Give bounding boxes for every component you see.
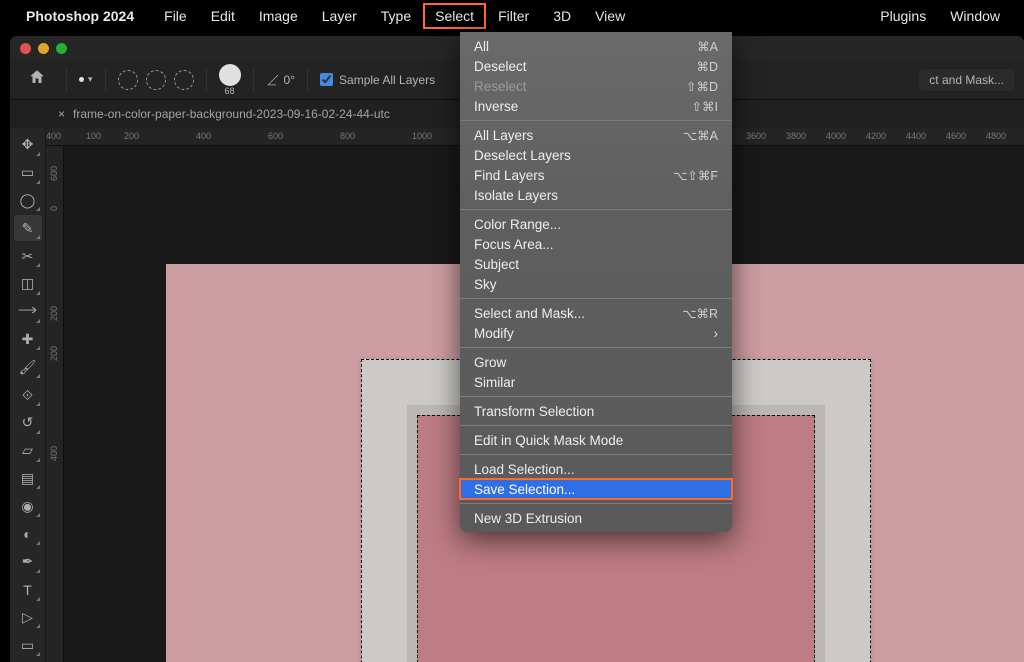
menu-item-isolate-layers[interactable]: Isolate Layers — [460, 185, 732, 205]
tool-move[interactable]: ✥ — [14, 132, 42, 158]
menu-item-modify[interactable]: Modify — [460, 323, 732, 343]
close-icon[interactable] — [20, 43, 31, 54]
menu-file[interactable]: File — [152, 3, 199, 29]
tool-type[interactable]: T — [14, 577, 42, 603]
brush-size-preview[interactable]: 68 — [219, 64, 241, 96]
menu-layer[interactable]: Layer — [310, 3, 369, 29]
ruler-tick: 4200 — [866, 131, 886, 141]
tools-panel: ✥▭◯✎✂◫𐃘✚🖌⟐↺▱▤◉◐✒T▷▭ — [10, 128, 46, 662]
tool-blur[interactable]: ◉ — [14, 493, 42, 519]
ruler-vertical[interactable]: 600 0 200 200 400 — [46, 146, 64, 662]
menu-view[interactable]: View — [583, 3, 637, 29]
menu-3d[interactable]: 3D — [541, 3, 583, 29]
ruler-tick: 3800 — [786, 131, 806, 141]
ruler-tick: 600 — [268, 131, 283, 141]
ruler-tick: 3600 — [746, 131, 766, 141]
menu-item-transform-selection[interactable]: Transform Selection — [460, 401, 732, 421]
ruler-tick: 0 — [49, 206, 59, 211]
ruler-tick: 4600 — [946, 131, 966, 141]
ruler-tick: 4800 — [986, 131, 1006, 141]
menu-item-find-layers[interactable]: Find Layers⌥⇧⌘F — [460, 165, 732, 185]
menu-item-all[interactable]: All⌘A — [460, 36, 732, 56]
tool-pen[interactable]: ✒ — [14, 549, 42, 575]
brush-angle[interactable]: 0° — [266, 73, 295, 87]
quick-select-add-icon[interactable] — [118, 70, 138, 90]
sample-all-layers-checkbox[interactable]: Sample All Layers — [320, 73, 435, 87]
ruler-tick: 400 — [49, 446, 59, 461]
ruler-tick: 4400 — [906, 131, 926, 141]
ruler-tick: 400 — [196, 131, 211, 141]
ruler-tick: 200 — [49, 346, 59, 361]
quick-select-intersect-icon[interactable] — [174, 70, 194, 90]
document-filename: frame-on-color-paper-background-2023-09-… — [73, 107, 390, 121]
select-menu-dropdown: All⌘ADeselect⌘DReselect⇧⌘DInverse⇧⌘I All … — [460, 32, 732, 532]
ruler-tick: 800 — [340, 131, 355, 141]
menu-item-deselect[interactable]: Deselect⌘D — [460, 56, 732, 76]
menu-edit[interactable]: Edit — [199, 3, 247, 29]
menu-item-load-selection[interactable]: Load Selection... — [460, 459, 732, 479]
menu-item-color-range[interactable]: Color Range... — [460, 214, 732, 234]
home-icon[interactable] — [20, 64, 54, 95]
tool-brush[interactable]: 🖌 — [14, 354, 42, 380]
tool-history-brush[interactable]: ↺ — [14, 410, 42, 436]
menu-item-subject[interactable]: Subject — [460, 254, 732, 274]
menu-item-edit-in-quick-mask-mode[interactable]: Edit in Quick Mask Mode — [460, 430, 732, 450]
select-and-mask-button[interactable]: ct and Mask... — [919, 69, 1014, 91]
ruler-tick: 200 — [49, 306, 59, 321]
menu-item-inverse[interactable]: Inverse⇧⌘I — [460, 96, 732, 116]
tool-quick-select[interactable]: ✎ — [14, 215, 42, 241]
menu-image[interactable]: Image — [247, 3, 310, 29]
menu-window[interactable]: Window — [938, 3, 1012, 29]
macos-menubar: Photoshop 2024 FileEditImageLayerTypeSel… — [0, 0, 1024, 32]
tool-frame[interactable]: ◫ — [14, 271, 42, 297]
menu-item-sky[interactable]: Sky — [460, 274, 732, 294]
tool-gradient[interactable]: ▤ — [14, 466, 42, 492]
tool-eraser[interactable]: ▱ — [14, 438, 42, 464]
menu-plugins[interactable]: Plugins — [868, 3, 938, 29]
ruler-tick: 1000 — [412, 131, 432, 141]
tool-clone[interactable]: ⟐ — [14, 382, 42, 408]
tool-lasso[interactable]: ◯ — [14, 188, 42, 214]
tool-marquee[interactable]: ▭ — [14, 160, 42, 186]
menu-item-focus-area[interactable]: Focus Area... — [460, 234, 732, 254]
menu-item-reselect: Reselect⇧⌘D — [460, 76, 732, 96]
menu-item-all-layers[interactable]: All Layers⌥⌘A — [460, 125, 732, 145]
menu-item-grow[interactable]: Grow — [460, 352, 732, 372]
brush-preset-icon[interactable]: ▾ — [79, 74, 93, 85]
menu-item-deselect-layers[interactable]: Deselect Layers — [460, 145, 732, 165]
tool-rectangle[interactable]: ▭ — [14, 632, 42, 658]
menu-type[interactable]: Type — [369, 3, 423, 29]
ruler-tick: 200 — [124, 131, 139, 141]
ruler-tick: 4000 — [826, 131, 846, 141]
tool-dodge[interactable]: ◐ — [14, 521, 42, 547]
app-name[interactable]: Photoshop 2024 — [26, 8, 134, 24]
ruler-tick: 100 — [86, 131, 101, 141]
tool-healing[interactable]: ✚ — [14, 327, 42, 353]
menu-filter[interactable]: Filter — [486, 3, 541, 29]
menu-item-select-and-mask[interactable]: Select and Mask...⌥⌘R — [460, 303, 732, 323]
menu-item-similar[interactable]: Similar — [460, 372, 732, 392]
tool-eyedropper[interactable]: 𐃘 — [14, 299, 42, 325]
quick-select-subtract-icon[interactable] — [146, 70, 166, 90]
tool-path-select[interactable]: ▷ — [14, 605, 42, 631]
menu-item-new-3d-extrusion[interactable]: New 3D Extrusion — [460, 508, 732, 528]
close-tab-icon[interactable]: × — [58, 107, 65, 121]
menu-item-save-selection[interactable]: Save Selection... — [460, 479, 732, 499]
tool-crop[interactable]: ✂ — [14, 243, 42, 269]
ruler-tick: 600 — [49, 166, 59, 181]
menu-select[interactable]: Select — [423, 3, 486, 29]
ruler-tick: 400 — [46, 131, 61, 141]
